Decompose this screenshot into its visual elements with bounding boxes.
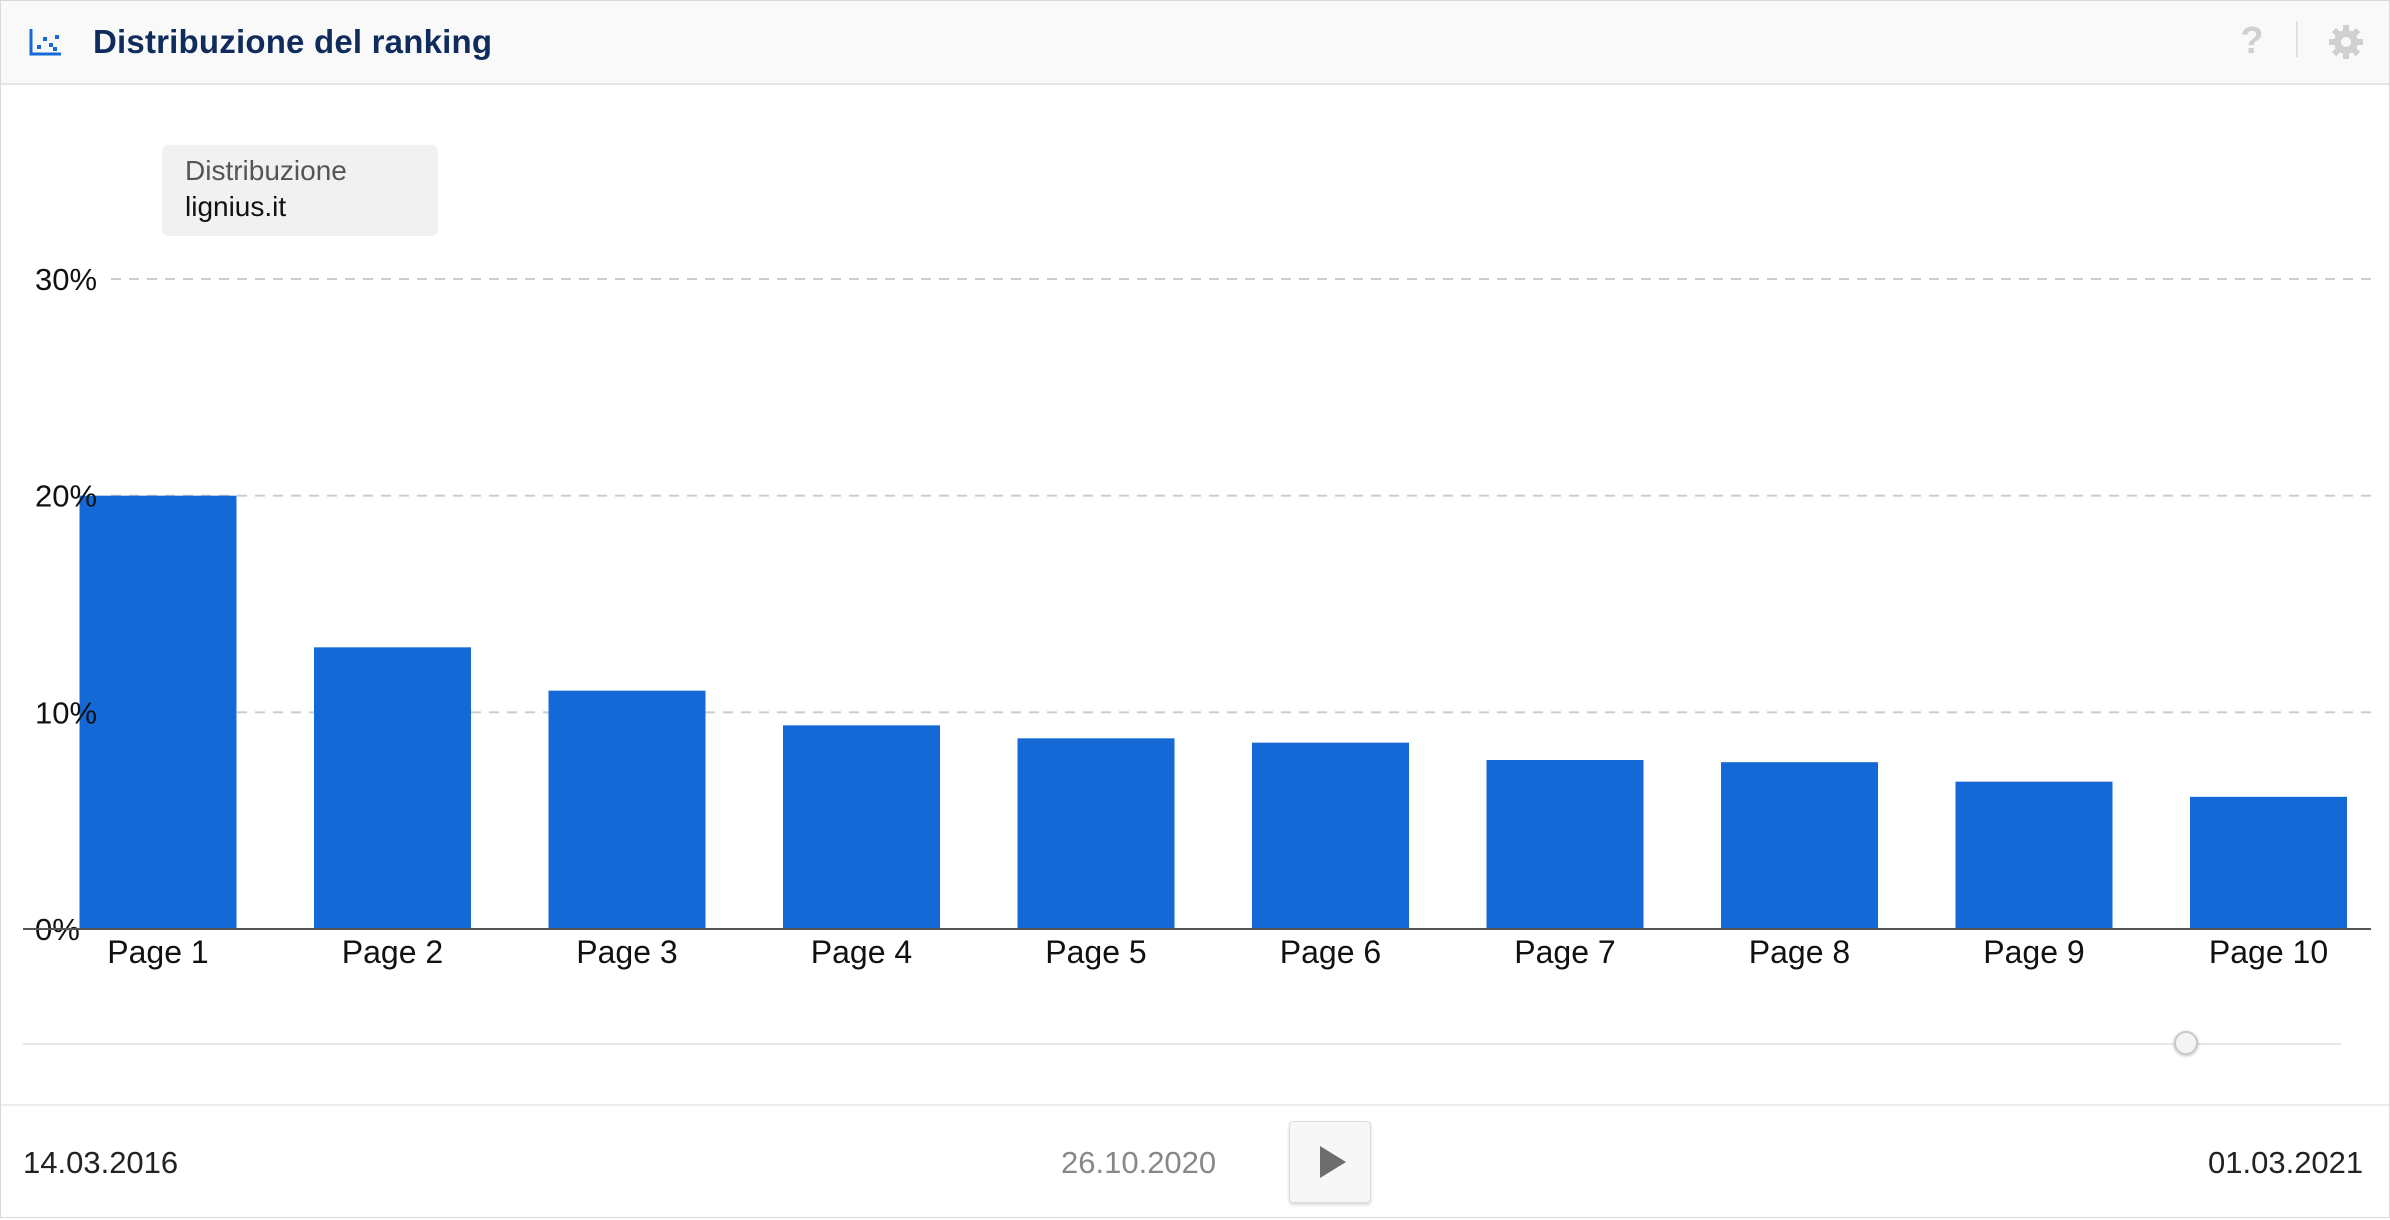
y-tick-label: 20% [35,479,97,514]
ranking-distribution-widget: Distribuzione del ranking ? Distribuzion… [0,0,2390,1218]
x-tick-label: Page 4 [811,934,912,970]
bar [783,725,940,929]
footer-divider [1,1104,2389,1106]
bar [2190,796,2347,929]
play-icon [1320,1146,1346,1178]
timeline-slider-handle[interactable] [2174,1031,2198,1055]
ranking-bar-chart: Page 1 Page 2 Page 3 Page 4 Page 5 Page 6 Page… [23,262,2371,970]
timeline-end-date: 01.03.2021 [2208,1145,2364,1180]
bar [1252,742,1409,929]
timeline-start-date: 14.03.2016 [23,1145,179,1180]
timeline-current-date: 26.10.2020 [1061,1145,1217,1180]
bar [1721,762,1878,929]
x-tick-label: Page 1 [107,934,208,970]
x-tick-label: Page 8 [1749,934,1850,970]
timeline-track[interactable] [23,1043,2341,1045]
x-tick-label: Page 6 [1280,934,1381,970]
play-button[interactable] [1289,1121,1371,1203]
x-tick-label: Page 10 [2209,934,2328,970]
y-tick-label: 10% [35,695,97,730]
bar [314,647,471,929]
x-tick-label: Page 7 [1514,934,1615,970]
x-tick-label: Page 2 [342,934,443,970]
bar [1017,738,1175,929]
bar [548,690,706,929]
x-tick-label: Page 3 [576,934,677,970]
bar [1486,760,1644,929]
y-tick-label: 30% [35,262,97,297]
bar [1955,781,2113,929]
x-tick-label: Page 9 [1983,934,2084,970]
x-tick-label: Page 5 [1045,934,1146,970]
bar [79,495,237,929]
